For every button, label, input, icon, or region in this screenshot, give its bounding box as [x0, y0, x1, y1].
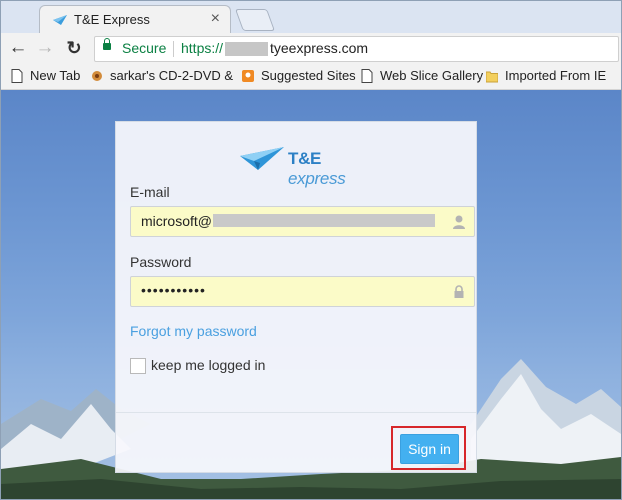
lock-icon — [454, 285, 464, 298]
site-icon — [92, 71, 102, 81]
suggested-icon — [242, 70, 254, 82]
keep-logged-in-label: keep me logged in — [151, 357, 266, 373]
email-value: microsoft@ — [141, 213, 212, 229]
url-host: tyeexpress.com — [270, 40, 369, 56]
paper-plane-icon — [240, 147, 284, 170]
address-bar[interactable]: Secure https:// tyeexpress.com — [94, 36, 619, 62]
logo-suffix: express — [288, 169, 346, 188]
url-scheme: https:// — [181, 40, 224, 56]
email-label: E-mail — [130, 184, 170, 200]
paper-plane-icon — [53, 15, 67, 25]
password-value: ••••••••••• — [141, 282, 206, 298]
signin-highlight-box: Sign in — [391, 426, 466, 470]
bookmark-label: Suggested Sites — [261, 68, 356, 83]
forward-icon[interactable]: → — [34, 37, 56, 59]
toolbar: ← → ↻ Secure https:// tyeexpress.com — [1, 33, 621, 63]
password-label: Password — [130, 254, 192, 270]
card-divider — [116, 412, 476, 413]
tab-title: T&E Express — [74, 12, 150, 27]
bookmarks-bar: New Tab sarkar's CD-2-DVD & Suggested Si… — [1, 63, 621, 90]
folder-icon — [486, 71, 498, 83]
bookmark-label: New Tab — [30, 68, 81, 83]
bookmark-label: Web Slice Gallery — [380, 68, 484, 83]
forgot-password-link[interactable]: Forgot my password — [130, 323, 257, 339]
close-tab-icon[interactable]: × — [211, 10, 220, 28]
back-icon[interactable]: ← — [7, 37, 29, 59]
bookmark-label: Imported From IE — [505, 68, 607, 83]
login-card: T&E express E-mail microsoft@ Password •… — [115, 121, 477, 473]
bookmark-label: sarkar's CD-2-DVD & — [110, 68, 234, 83]
browser-window: T&E Express × ← → ↻ Secure https:// tyee… — [0, 0, 622, 500]
browser-tab[interactable]: T&E Express × — [39, 5, 231, 34]
url-redaction — [225, 42, 268, 56]
page-icon — [361, 69, 373, 83]
email-redaction — [213, 214, 435, 227]
new-tab-button[interactable] — [234, 9, 276, 31]
lock-icon — [103, 38, 111, 50]
email-field[interactable]: microsoft@ — [130, 206, 475, 237]
sign-in-button[interactable]: Sign in — [400, 434, 459, 464]
page-background: T&E express E-mail microsoft@ Password •… — [1, 90, 621, 499]
tab-strip: T&E Express × — [1, 1, 621, 34]
reload-icon[interactable]: ↻ — [63, 37, 85, 59]
logo-text: T&E express — [288, 149, 378, 189]
keep-logged-in-checkbox[interactable] — [130, 358, 146, 374]
secure-label: Secure — [122, 40, 167, 56]
user-icon — [453, 215, 465, 229]
address-separator — [173, 41, 174, 57]
page-icon — [11, 69, 23, 83]
logo-brand: T&E — [288, 149, 322, 168]
brand-logo: T&E express — [238, 144, 378, 188]
password-field[interactable]: ••••••••••• — [130, 276, 475, 307]
